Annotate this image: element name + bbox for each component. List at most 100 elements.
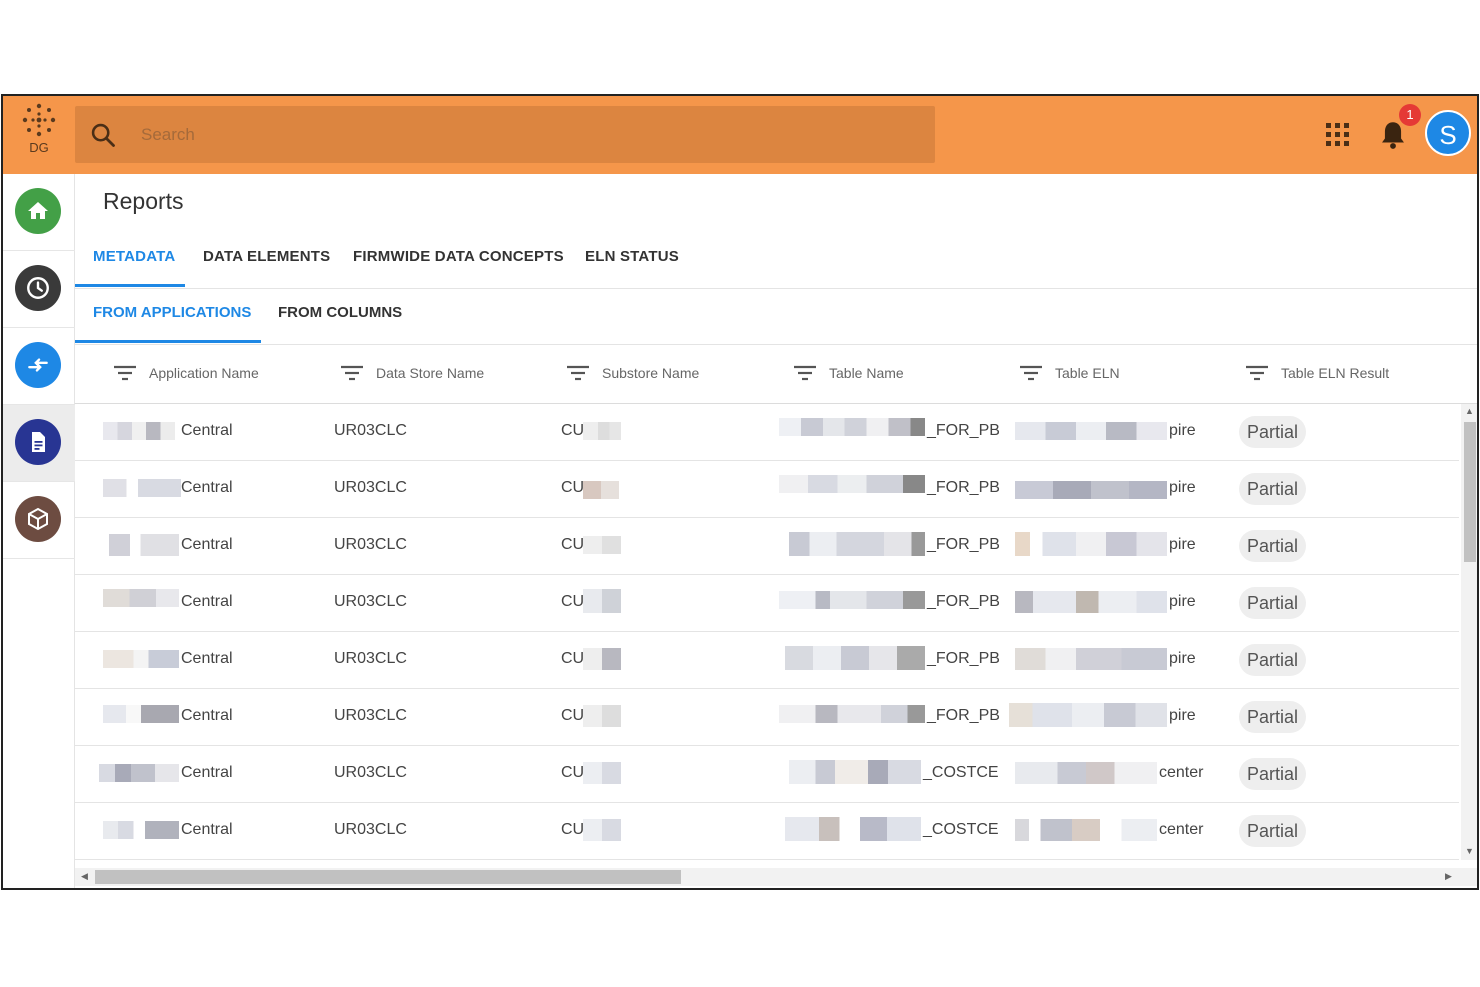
status-badge: Partial	[1239, 644, 1307, 676]
user-avatar[interactable]: S	[1425, 110, 1471, 156]
cell-substore-name: CU	[561, 422, 585, 439]
cell-application-name: Central	[181, 764, 233, 781]
cell-table-eln: pire	[1169, 536, 1196, 553]
subtab-from-applications[interactable]: FROM APPLICATIONS	[93, 304, 251, 321]
cell-substore-name: CU	[561, 593, 585, 610]
column-header-table-eln[interactable]: Table ELN	[1019, 364, 1120, 382]
cell-application-name: Central	[181, 536, 233, 553]
table-row[interactable]: Central UR03CLC CU _FOR_PB pire Partial	[75, 518, 1459, 575]
tab-eln-status[interactable]: ELN STATUS	[583, 248, 681, 288]
table-row[interactable]: Central UR03CLC CU _FOR_PB pire Partial	[75, 575, 1459, 632]
redacted-text	[1015, 591, 1167, 613]
filter-icon[interactable]	[340, 364, 364, 382]
report-tabs: METADATA DATA ELEMENTS FIRMWIDE DATA CON…	[75, 234, 1477, 289]
redacted-text	[779, 705, 925, 723]
table-row[interactable]: Central UR03CLC CU _COSTCE center Partia…	[75, 746, 1459, 803]
column-label: Application Name	[149, 365, 259, 381]
cell-substore-name: CU	[561, 479, 585, 496]
tab-active-indicator	[75, 284, 185, 287]
cell-application-name: Central	[181, 422, 233, 439]
filter-icon[interactable]	[1245, 364, 1269, 382]
sidebar-item-reports[interactable]	[3, 405, 75, 482]
column-header-table-eln-result[interactable]: Table ELN Result	[1245, 364, 1389, 382]
column-header-application-name[interactable]: Application Name	[113, 364, 259, 382]
vertical-scrollbar[interactable]: ▲ ▼	[1461, 404, 1477, 860]
status-badge: Partial	[1239, 815, 1307, 847]
table-row[interactable]: Central UR03CLC CU _FOR_PB pire Partial	[75, 461, 1459, 518]
cell-table-eln: center	[1159, 764, 1204, 781]
table-row[interactable]: Central UR03CLC CU _FOR_PB pire Partial	[75, 404, 1459, 461]
filter-icon[interactable]	[113, 364, 137, 382]
search-input[interactable]	[141, 120, 901, 150]
cell-data-store-name: UR03CLC	[334, 650, 407, 667]
cell-substore-name: CU	[561, 650, 585, 667]
scroll-up-icon[interactable]: ▲	[1465, 406, 1474, 416]
filter-icon[interactable]	[1019, 364, 1043, 382]
redacted-text	[103, 589, 179, 607]
sidebar-item-home[interactable]	[3, 174, 75, 251]
column-header-table-name[interactable]: Table Name	[793, 364, 904, 382]
filter-icon[interactable]	[793, 364, 817, 382]
tab-metadata[interactable]: METADATA	[91, 248, 177, 288]
tab-data-elements[interactable]: DATA ELEMENTS	[201, 248, 332, 288]
redacted-text	[779, 591, 925, 609]
redacted-text	[103, 479, 181, 497]
sidebar-item-history[interactable]	[3, 251, 75, 328]
redacted-text	[789, 760, 921, 784]
cell-substore-name: CU	[561, 764, 585, 781]
document-icon	[32, 432, 45, 452]
horizontal-scroll-thumb[interactable]	[95, 870, 681, 884]
column-header-data-store-name[interactable]: Data Store Name	[340, 364, 484, 382]
redacted-text	[583, 819, 621, 841]
redacted-text	[1015, 819, 1157, 841]
status-badge: Partial	[1239, 587, 1307, 619]
scroll-down-icon[interactable]: ▼	[1465, 846, 1474, 856]
search-icon[interactable]	[89, 121, 117, 149]
redacted-text	[1015, 648, 1167, 670]
cell-table-eln: pire	[1169, 650, 1196, 667]
table-row[interactable]: Central UR03CLC CU _FOR_PB pire Partial	[75, 632, 1459, 689]
vertical-scroll-thumb[interactable]	[1464, 422, 1476, 562]
cell-table-name: _FOR_PB	[927, 593, 1000, 610]
cell-application-name: Central	[181, 593, 233, 610]
cell-table-eln: pire	[1169, 707, 1196, 724]
cell-data-store-name: UR03CLC	[334, 479, 407, 496]
redacted-text	[99, 764, 179, 782]
redacted-text	[1015, 422, 1167, 440]
cell-table-name: _FOR_PB	[927, 479, 1000, 496]
sidebar	[3, 174, 75, 888]
subtab-active-indicator	[75, 340, 261, 343]
cell-application-name: Central	[181, 707, 233, 724]
status-badge: Partial	[1239, 758, 1307, 790]
subtab-from-columns[interactable]: FROM COLUMNS	[278, 304, 402, 321]
bell-icon[interactable]	[1379, 120, 1407, 150]
cell-data-store-name: UR03CLC	[334, 764, 407, 781]
cell-data-store-name: UR03CLC	[334, 536, 407, 553]
apps-grid-icon[interactable]	[1325, 122, 1351, 148]
table-row[interactable]: Central UR03CLC CU _COSTCE center Partia…	[75, 803, 1459, 860]
scroll-right-icon[interactable]: ▶	[1445, 871, 1452, 882]
redacted-text	[1015, 762, 1157, 784]
redacted-text	[103, 422, 175, 440]
sidebar-item-packages[interactable]	[3, 482, 75, 559]
search-bar[interactable]	[75, 106, 935, 163]
table-header: Application Name Data Store Name Substor…	[75, 344, 1477, 404]
app-window: DG 1 S	[1, 94, 1479, 890]
status-badge: Partial	[1239, 530, 1307, 562]
tab-firmwide-data-concepts[interactable]: FIRMWIDE DATA CONCEPTS	[351, 248, 566, 288]
redacted-text	[1009, 703, 1167, 727]
sidebar-item-transfer[interactable]	[3, 328, 75, 405]
status-badge: Partial	[1239, 701, 1307, 733]
redacted-text	[789, 532, 925, 556]
cell-application-name: Central	[181, 821, 233, 838]
table-row[interactable]: Central UR03CLC CU _FOR_PB pire Partial	[75, 689, 1459, 746]
filter-icon[interactable]	[566, 364, 590, 382]
app-logo[interactable]: DG	[17, 102, 61, 164]
scroll-left-icon[interactable]: ◀	[81, 871, 88, 882]
cell-table-name: _COSTCE	[923, 764, 999, 781]
column-label: Table ELN	[1055, 365, 1120, 381]
logo-text: DG	[29, 140, 49, 155]
column-header-substore-name[interactable]: Substore Name	[566, 364, 699, 382]
cell-table-name: _FOR_PB	[927, 422, 1000, 439]
horizontal-scrollbar[interactable]: ◀ ▶	[75, 868, 1477, 886]
